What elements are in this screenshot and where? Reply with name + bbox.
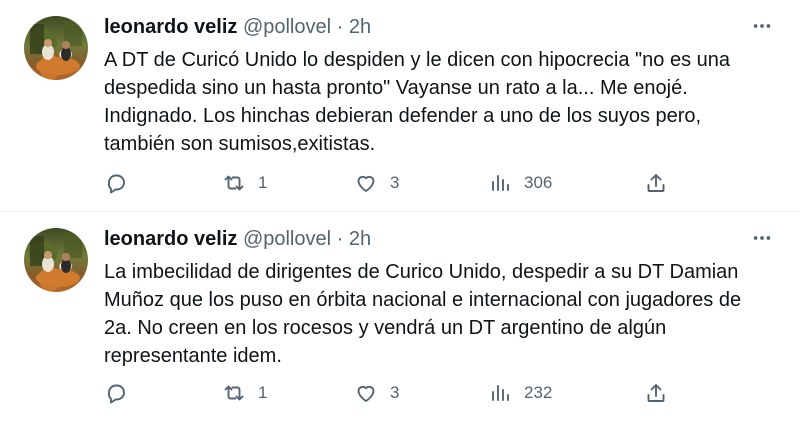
reply-button[interactable]	[104, 168, 128, 198]
heart-icon	[354, 381, 378, 405]
retweet-count: 1	[258, 383, 268, 402]
views-icon	[488, 381, 512, 405]
tweet[interactable]: leonardo veliz @pollovel · 2h A DT de Cu…	[0, 0, 800, 212]
retweet-button[interactable]: 1	[222, 378, 267, 408]
tweet-text: La imbecilidad de dirigentes de Curico U…	[104, 261, 742, 367]
author-name[interactable]: leonardo veliz	[104, 228, 237, 250]
author-name[interactable]: leonardo veliz	[104, 16, 237, 38]
tweet-text: A DT de Curicó Unido lo despiden y le di…	[104, 49, 730, 155]
author-handle[interactable]: @pollovel	[243, 16, 331, 38]
views-button[interactable]: 232	[488, 378, 552, 408]
tweet-header: leonardo veliz @pollovel · 2h	[104, 14, 371, 40]
retweet-icon	[222, 171, 246, 195]
separator-dot: ·	[336, 16, 344, 38]
more-icon[interactable]	[750, 226, 774, 250]
tweet-header: leonardo veliz @pollovel · 2h	[104, 226, 371, 252]
heart-icon	[354, 171, 378, 195]
author-handle[interactable]: @pollovel	[243, 228, 331, 250]
share-button[interactable]	[644, 378, 668, 408]
timestamp[interactable]: 2h	[349, 228, 371, 250]
like-count: 3	[390, 173, 400, 192]
views-icon	[488, 171, 512, 195]
like-button[interactable]: 3	[354, 378, 399, 408]
share-icon	[644, 381, 668, 405]
retweet-button[interactable]: 1	[222, 168, 267, 198]
reply-icon	[104, 171, 128, 195]
tweet-feed: leonardo veliz @pollovel · 2h A DT de Cu…	[0, 0, 800, 422]
avatar[interactable]	[24, 228, 88, 292]
separator-dot: ·	[336, 228, 344, 250]
views-count: 306	[524, 173, 553, 192]
like-count: 3	[390, 383, 400, 402]
views-button[interactable]: 306	[488, 168, 552, 198]
timestamp[interactable]: 2h	[349, 16, 371, 38]
avatar[interactable]	[24, 16, 88, 80]
more-icon[interactable]	[750, 14, 774, 38]
tweet-actions: 1 3 232	[104, 378, 774, 408]
reply-icon	[104, 381, 128, 405]
share-icon	[644, 171, 668, 195]
reply-button[interactable]	[104, 378, 128, 408]
retweet-count: 1	[258, 173, 268, 192]
tweet[interactable]: leonardo veliz @pollovel · 2h La imbecil…	[0, 212, 800, 422]
like-button[interactable]: 3	[354, 168, 399, 198]
retweet-icon	[222, 381, 246, 405]
views-count: 232	[524, 383, 553, 402]
tweet-actions: 1 3 306	[104, 168, 774, 198]
share-button[interactable]	[644, 168, 668, 198]
